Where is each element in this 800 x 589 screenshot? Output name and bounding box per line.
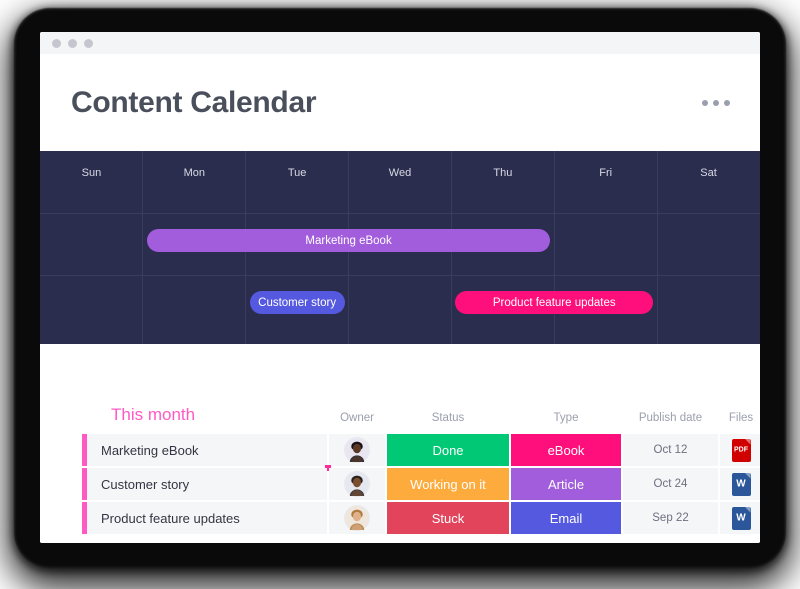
word-file-icon[interactable]: W — [731, 472, 751, 496]
calendar-rowline-1 — [40, 213, 760, 214]
type-badge[interactable]: eBook — [511, 434, 621, 466]
header-files[interactable]: Files — [720, 409, 760, 432]
more-dot-2 — [713, 99, 719, 106]
row-name-cell[interactable]: Marketing eBook — [82, 434, 327, 466]
file-cell[interactable]: W — [720, 502, 760, 534]
status-badge[interactable]: Stuck — [387, 502, 509, 534]
word-file-icon[interactable]: W — [731, 506, 751, 530]
window-close-dot[interactable] — [52, 38, 61, 48]
table-row[interactable]: Customer story Working on it Article Oct 24… — [82, 468, 760, 500]
table-row[interactable]: Product feature updates Stuck Email Sep 22 W — [82, 502, 760, 534]
type-badge[interactable]: Article — [511, 468, 621, 500]
calendar-day-tue: Tue — [287, 167, 307, 179]
window-maximize-dot[interactable] — [84, 38, 93, 48]
file-cell[interactable]: W — [720, 468, 760, 500]
status-badge[interactable]: Done — [387, 434, 509, 466]
header-publish-date[interactable]: Publish date — [623, 409, 718, 432]
calendar-day-wed: Wed — [388, 167, 412, 179]
avatar[interactable] — [344, 437, 370, 463]
calendar-day-sun: Sun — [81, 167, 102, 179]
row-owner-cell[interactable] — [329, 502, 385, 534]
row-name-cell[interactable]: Customer story — [82, 468, 327, 500]
calendar-grid: Sun Mon Tue Wed Thu Fri Sat Marketing eBook Pro… — [40, 151, 760, 344]
calendar-event[interactable]: Marketing eBook — [146, 229, 551, 252]
board-table: Owner Status Type Publish date Files Mar… — [80, 407, 760, 536]
row-owner-cell[interactable] — [325, 434, 385, 471]
row-owner-cell[interactable] — [329, 468, 385, 500]
row-name-cell[interactable]: Product feature updates — [82, 502, 327, 534]
header-name-blank — [82, 409, 327, 432]
header-owner[interactable]: Owner — [329, 409, 385, 432]
file-cell[interactable]: PDF — [720, 434, 760, 466]
calendar-event[interactable]: Customer story — [249, 291, 345, 314]
header-type[interactable]: Type — [511, 409, 621, 432]
calendar-day-mon: Mon — [183, 167, 205, 179]
more-dot-3 — [724, 99, 730, 106]
calendar-day-sat: Sat — [700, 167, 717, 179]
avatar[interactable] — [344, 505, 370, 531]
table-row[interactable]: Marketing eBook Done eBook Oct 12 PDF — [82, 434, 760, 471]
calendar-event[interactable]: Product feature updates — [455, 291, 654, 314]
pdf-file-icon[interactable]: PDF — [731, 438, 751, 462]
publish-date-cell[interactable]: Oct 24 — [623, 468, 718, 500]
type-badge[interactable]: Email — [511, 502, 621, 534]
page-header: Content Calendar — [40, 54, 760, 151]
window-titlebar — [40, 32, 760, 54]
calendar-day-fri: Fri — [599, 167, 613, 179]
more-options-icon[interactable] — [702, 99, 730, 106]
header-status[interactable]: Status — [387, 409, 509, 432]
publish-date-cell[interactable]: Sep 22 — [623, 502, 718, 534]
avatar[interactable] — [344, 471, 370, 497]
calendar-rowline-2 — [40, 275, 760, 276]
publish-date-cell[interactable]: Oct 12 — [623, 434, 718, 466]
board-table-body: Marketing eBook Done eBook Oct 12 PDF Custome… — [82, 434, 760, 534]
window-minimize-dot[interactable] — [68, 38, 77, 48]
status-badge[interactable]: Working on it — [387, 468, 509, 500]
more-dot-1 — [702, 99, 708, 106]
calendar-day-thu: Thu — [493, 167, 513, 179]
browser-window: Content Calendar Sun Mon Tue Wed Thu Fri Sat M… — [40, 32, 760, 543]
board-table-head: Owner Status Type Publish date Files — [82, 409, 760, 432]
board-header-row: Owner Status Type Publish date Files — [82, 409, 760, 432]
page-title: Content Calendar — [71, 85, 317, 119]
